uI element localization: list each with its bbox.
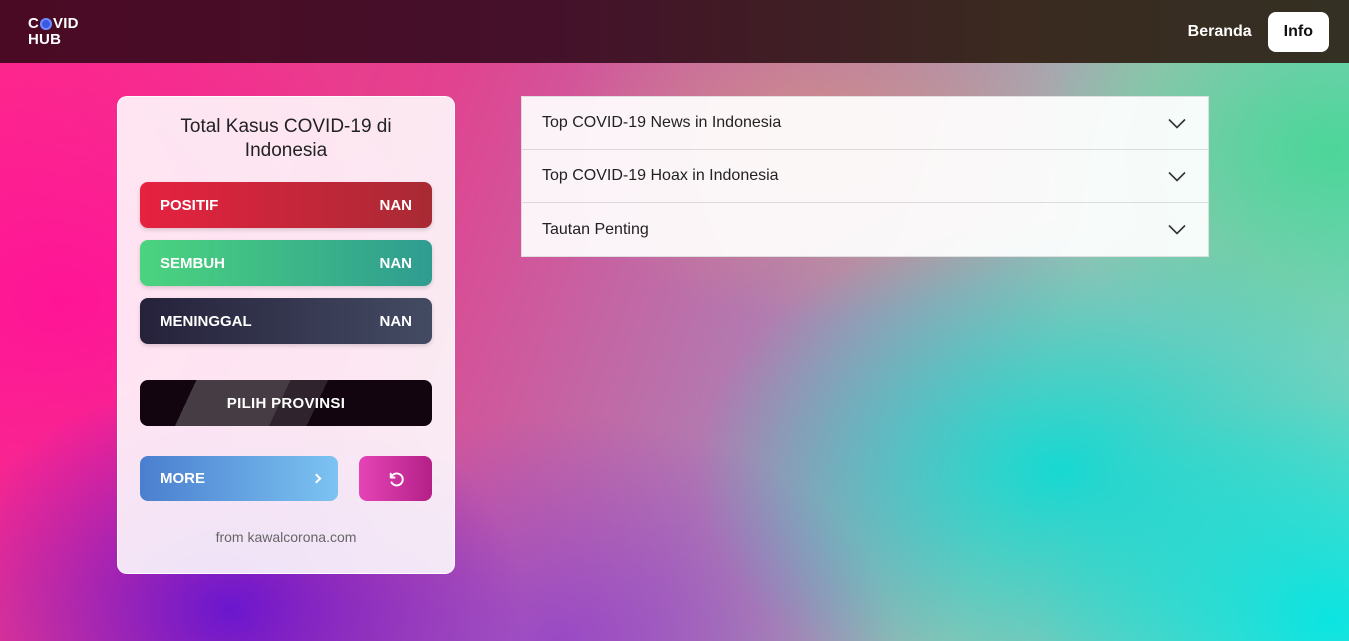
select-province-button[interactable]: PILIH PROVINSI: [140, 380, 432, 426]
case-summary-card: Total Kasus COVID-19 di Indonesia POSITI…: [117, 96, 455, 574]
logo-text-hub: HUB: [28, 30, 62, 48]
main-nav: Beranda Info: [1188, 11, 1329, 52]
stat-recovered: SEMBUH NAN: [140, 240, 432, 286]
accordion-item-label: Tautan Penting: [542, 220, 649, 238]
info-accordion: Top COVID-19 News in Indonesia Top COVID…: [521, 96, 1209, 257]
reset-button[interactable]: [359, 456, 432, 501]
stat-positive-label: POSITIF: [160, 196, 219, 214]
accordion-item-links[interactable]: Tautan Penting: [522, 203, 1208, 256]
logo-letter: C: [28, 14, 40, 32]
stat-deaths-value: NAN: [379, 312, 413, 330]
top-navbar: C VID HUB Beranda Info: [0, 0, 1349, 63]
accordion-item-label: Top COVID-19 Hoax in Indonesia: [542, 167, 779, 184]
covid-hub-logo[interactable]: C VID HUB: [28, 14, 79, 48]
nav-home-link[interactable]: Beranda: [1188, 15, 1252, 49]
chevron-down-icon: [1168, 171, 1186, 182]
stat-positive: POSITIF NAN: [140, 182, 432, 228]
stat-positive-value: NAN: [379, 196, 413, 214]
more-button[interactable]: MORE: [140, 456, 338, 501]
more-button-label: MORE: [160, 470, 205, 487]
chevron-right-icon: [311, 473, 322, 484]
data-source-text: from kawalcorona.com: [215, 529, 357, 545]
refresh-icon: [389, 472, 404, 486]
stat-recovered-label: SEMBUH: [160, 254, 226, 272]
chevron-down-icon: [1168, 118, 1186, 129]
accordion-item-news[interactable]: Top COVID-19 News in Indonesia: [522, 97, 1208, 150]
virus-icon: [40, 17, 53, 30]
accordion-item-hoax[interactable]: Top COVID-19 Hoax in Indonesia: [522, 150, 1208, 203]
accordion-item-label: Top COVID-19 News in Indonesia: [542, 114, 782, 131]
action-buttons: MORE: [140, 456, 432, 501]
card-title: Total Kasus COVID-19 di Indonesia: [180, 116, 392, 161]
stat-deaths: MENINGGAL NAN: [140, 298, 432, 344]
stat-recovered-value: NAN: [379, 254, 413, 272]
chevron-down-icon: [1168, 224, 1186, 235]
stat-deaths-label: MENINGGAL: [160, 312, 252, 330]
logo-text: VID: [53, 14, 79, 32]
nav-info-button[interactable]: Info: [1267, 11, 1329, 52]
